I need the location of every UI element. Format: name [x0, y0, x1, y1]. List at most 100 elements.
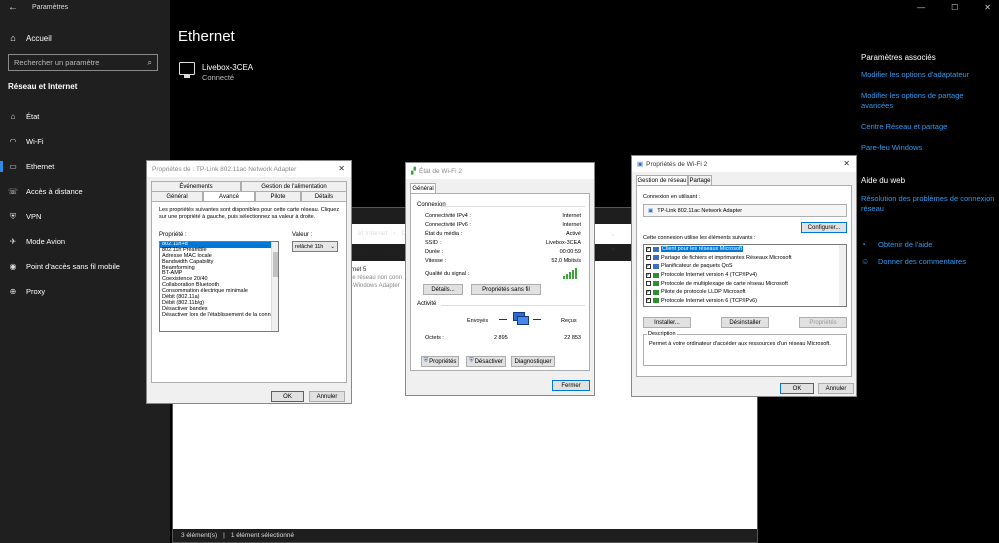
properties-button[interactable]: Propriétés [799, 317, 847, 328]
list-item[interactable]: ✓ Client pour les réseaux Microsoft [644, 245, 846, 254]
status-value: 00:00:59 [559, 249, 581, 255]
nav-item-acces-distance[interactable]: ☏ Accès à distance [0, 179, 170, 204]
close-icon[interactable]: ✕ [338, 164, 345, 173]
search-box[interactable]: ⌕ [8, 54, 158, 71]
wifi-properties-dialog: ▣ Propriétés de Wi-Fi 2 ✕ Gestion de rés… [631, 155, 857, 397]
close-button[interactable]: Fermer [552, 380, 590, 391]
component-icon [653, 263, 659, 269]
details-button[interactable]: Détails... [423, 284, 463, 295]
list-item[interactable]: ✓ Protocole Internet version 6 (TCP/IPv6) [644, 297, 846, 306]
cancel-button[interactable]: Annuler [309, 391, 345, 402]
home-link[interactable]: ⌂ Accueil [8, 33, 52, 43]
back-arrow-icon[interactable]: ← [8, 2, 18, 13]
checkbox[interactable]: ✓ [646, 272, 651, 278]
ok-button[interactable]: OK [780, 383, 814, 394]
list-item[interactable]: Protocole de multiplexage de carte résea… [644, 279, 846, 288]
disable-button[interactable]: ⛨ Désactiver [466, 356, 506, 367]
properties-label: Propriétés [429, 358, 457, 365]
scrollbar-thumb[interactable] [273, 252, 278, 277]
tab-pilote[interactable]: Pilote [255, 191, 301, 201]
nav-item-vpn[interactable]: ⛨ VPN [0, 204, 170, 229]
tab-partage[interactable]: Partage [688, 175, 712, 185]
ok-button[interactable]: OK [271, 391, 304, 402]
checkbox[interactable]: ✓ [646, 263, 651, 269]
minimize-icon[interactable]: — [917, 3, 925, 12]
link-troubleshoot[interactable]: Résolution des problèmes de connexion ré… [861, 194, 996, 214]
feedback-link[interactable]: ☺ Donner des commentaires [861, 257, 966, 266]
list-item[interactable]: ✓ Partage de fichiers et imprimantes Rése… [644, 254, 846, 263]
tab-row: Gestion de réseau Partage [636, 175, 712, 185]
checkbox[interactable]: ✓ [646, 246, 651, 252]
checkbox[interactable]: ✓ [646, 289, 651, 295]
tab-alimentation[interactable]: Gestion de l'alimentation [241, 181, 347, 191]
signal-label: Qualité du signal : [425, 271, 470, 277]
search-input[interactable] [14, 58, 134, 67]
toolbar-item[interactable]: Diagno [384, 250, 405, 257]
feedback-icon: ☺ [861, 257, 870, 266]
nav-item-label: Accès à distance [26, 187, 83, 196]
link-network-center[interactable]: Centre Réseau et partage [861, 122, 991, 132]
get-help-label: Obtenir de l'aide [878, 240, 933, 249]
scrollbar[interactable] [839, 245, 846, 306]
ethernet-icon: ▭ [9, 162, 17, 171]
tab-evenements[interactable]: Événements [151, 181, 241, 191]
link-adapter-options[interactable]: Modifier les options d'adaptateur [861, 70, 991, 80]
nav-item-hotspot[interactable]: ◉ Point d'accès sans fil mobile [0, 254, 170, 279]
tab-details[interactable]: Détails [301, 191, 347, 201]
tab-row-1: Événements Gestion de l'alimentation [151, 181, 347, 191]
property-list[interactable]: 802.11n+d 802.11n Preamble Adresse MAC l… [159, 241, 279, 332]
component-label: Partage de fichiers et imprimantes Résea… [661, 254, 792, 261]
diagnose-button[interactable]: Diagnostiquer [511, 356, 555, 367]
group-divider [441, 305, 585, 306]
explorer-chevron: ⌄ [610, 231, 616, 238]
properties-button[interactable]: ⛨ Propriétés [421, 356, 459, 367]
checkbox[interactable]: ✓ [646, 298, 651, 304]
cancel-button[interactable]: Annuler [818, 383, 854, 394]
status-key: Connectivité IPv4 : [425, 213, 471, 219]
checkbox[interactable]: ✓ [646, 255, 651, 261]
network-item[interactable]: rnet 5 le réseau non conn -Windows Adapt… [351, 266, 402, 290]
status-key: Vitesse : [425, 258, 446, 264]
tab-gestion-reseau[interactable]: Gestion de réseau [636, 175, 688, 185]
checkbox[interactable] [646, 281, 651, 287]
search-icon[interactable]: ⌕ [148, 58, 152, 68]
get-help-link[interactable]: ◔ Obtenir de l'aide [861, 240, 966, 249]
item-line: le réseau non conn [351, 275, 403, 281]
nav-item-etat[interactable]: ⌂ État [0, 104, 170, 129]
network-adapter-icon: ▣ [637, 161, 644, 168]
scrollbar[interactable] [271, 242, 278, 331]
breadcrumb-part[interactable]: et Internet [358, 230, 387, 237]
link-sharing-options[interactable]: Modifier les options de partage avancées [861, 91, 991, 111]
nav-item-ethernet[interactable]: ▭ Ethernet [0, 154, 170, 179]
property-item[interactable]: Désactiver lors de l'établissement de la… [160, 312, 278, 319]
item-line: -Windows Adapter [351, 283, 400, 289]
tab-general[interactable]: Général [151, 191, 203, 201]
status-count: 3 élément(s) [181, 532, 218, 539]
section-title: Réseau et Internet [8, 82, 78, 91]
tab-avance[interactable]: Avancé [203, 191, 255, 201]
link-firewall[interactable]: Pare-feu Windows [861, 143, 991, 153]
close-icon[interactable]: ✕ [843, 159, 850, 168]
nav-item-proxy[interactable]: ⊕ Proxy [0, 279, 170, 304]
nav-item-mode-avion[interactable]: ✈ Mode Avion [0, 229, 170, 254]
list-item[interactable]: ✓ Planificateur de paquets QoS [644, 262, 846, 271]
uninstall-button[interactable]: Désinstaller [721, 317, 769, 328]
toolbar-item[interactable]: éseau [352, 250, 370, 257]
value-select[interactable]: relâché 11h ⌄ [292, 241, 338, 252]
nav-item-wifi[interactable]: ◠ Wi-Fi [0, 129, 170, 154]
maximize-icon[interactable]: ☐ [951, 3, 958, 12]
close-icon[interactable]: ✕ [984, 3, 991, 12]
wireless-properties-button[interactable]: Propriétés sans fil [471, 284, 541, 295]
window-controls: — ☐ ✕ [917, 3, 991, 12]
connection-name[interactable]: Livebox-3CEA [202, 63, 253, 72]
group-divider [441, 206, 585, 207]
component-list[interactable]: ✓ Client pour les réseaux Microsoft ✓ Part… [643, 244, 847, 307]
advanced-panel: Les propriétés suivantes sont disponible… [151, 201, 347, 383]
install-button[interactable]: Installer... [643, 317, 691, 328]
tab-general[interactable]: Général [410, 183, 436, 193]
configure-button[interactable]: Configurer... [801, 222, 847, 233]
status-row: SSID : Livebox-3CEA [425, 240, 581, 246]
list-item[interactable]: ✓ Pilote de protocole LLDP Microsoft [644, 288, 846, 297]
connection-status: Connecté [202, 73, 235, 82]
list-item[interactable]: ✓ Protocole Internet version 4 (TCP/IPv4) [644, 271, 846, 280]
